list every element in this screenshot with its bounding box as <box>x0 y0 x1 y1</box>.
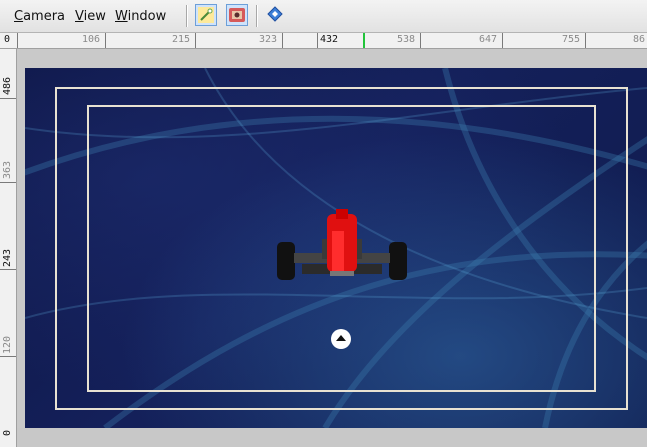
ruler-label-755: 755 <box>562 34 581 45</box>
ruler-label-120: 120 <box>2 335 13 354</box>
ruler-label-323: 323 <box>259 34 278 45</box>
menu-bar: Camera View Window <box>0 0 647 33</box>
ruler-label-106: 106 <box>82 34 101 45</box>
menu-accelerator: V <box>75 9 84 24</box>
ruler-tick <box>585 33 586 48</box>
toolbar-separator <box>186 5 188 27</box>
status-strip <box>17 428 647 447</box>
ruler-label-86: 86 <box>633 34 646 45</box>
ruler-label-243: 243 <box>2 248 13 267</box>
ruler-tick <box>420 33 421 48</box>
magic-wand-icon <box>198 7 214 23</box>
ruler-tick <box>317 33 318 48</box>
ruler-label-538: 538 <box>397 34 416 45</box>
ruler-label-215: 215 <box>172 34 191 45</box>
navigation-button[interactable] <box>265 4 287 26</box>
ruler-label-486: 486 <box>2 76 13 95</box>
ruler-label-647: 647 <box>479 34 498 45</box>
horizontal-ruler: 0 106 215 323 432 538 647 755 86 <box>0 33 647 49</box>
navigation-diamond-icon <box>267 6 283 22</box>
camera-viewport[interactable] <box>25 68 647 428</box>
ruler-label-0-vertical: 0 <box>2 429 13 436</box>
ruler-tick <box>0 269 16 270</box>
race-car-model[interactable] <box>272 209 412 289</box>
ruler-tick <box>105 33 106 48</box>
ruler-label-0: 0 <box>4 34 11 45</box>
ruler-tick <box>502 33 503 48</box>
ruler-label-363: 363 <box>2 160 13 179</box>
ruler-position-marker <box>363 33 365 48</box>
menu-window[interactable]: Window <box>115 9 166 24</box>
ruler-tick <box>0 182 16 183</box>
render-view-button[interactable] <box>226 4 248 26</box>
menu-accelerator: W <box>115 9 128 24</box>
render-view-icon <box>229 8 245 22</box>
magic-wand-button[interactable] <box>195 4 217 26</box>
ruler-tick <box>282 33 283 48</box>
ruler-tick <box>0 356 16 357</box>
ruler-tick <box>17 33 18 48</box>
ruler-tick <box>0 98 16 99</box>
camera-target-icon[interactable] <box>330 328 352 350</box>
ruler-tick <box>195 33 196 48</box>
menu-view[interactable]: View <box>75 9 106 24</box>
menu-accelerator: C <box>14 9 24 24</box>
menu-camera[interactable]: Camera <box>14 9 65 24</box>
vertical-ruler: 486 363 243 120 0 <box>0 49 17 447</box>
ruler-label-432: 432 <box>320 34 339 45</box>
toolbar-separator-2 <box>256 5 258 27</box>
